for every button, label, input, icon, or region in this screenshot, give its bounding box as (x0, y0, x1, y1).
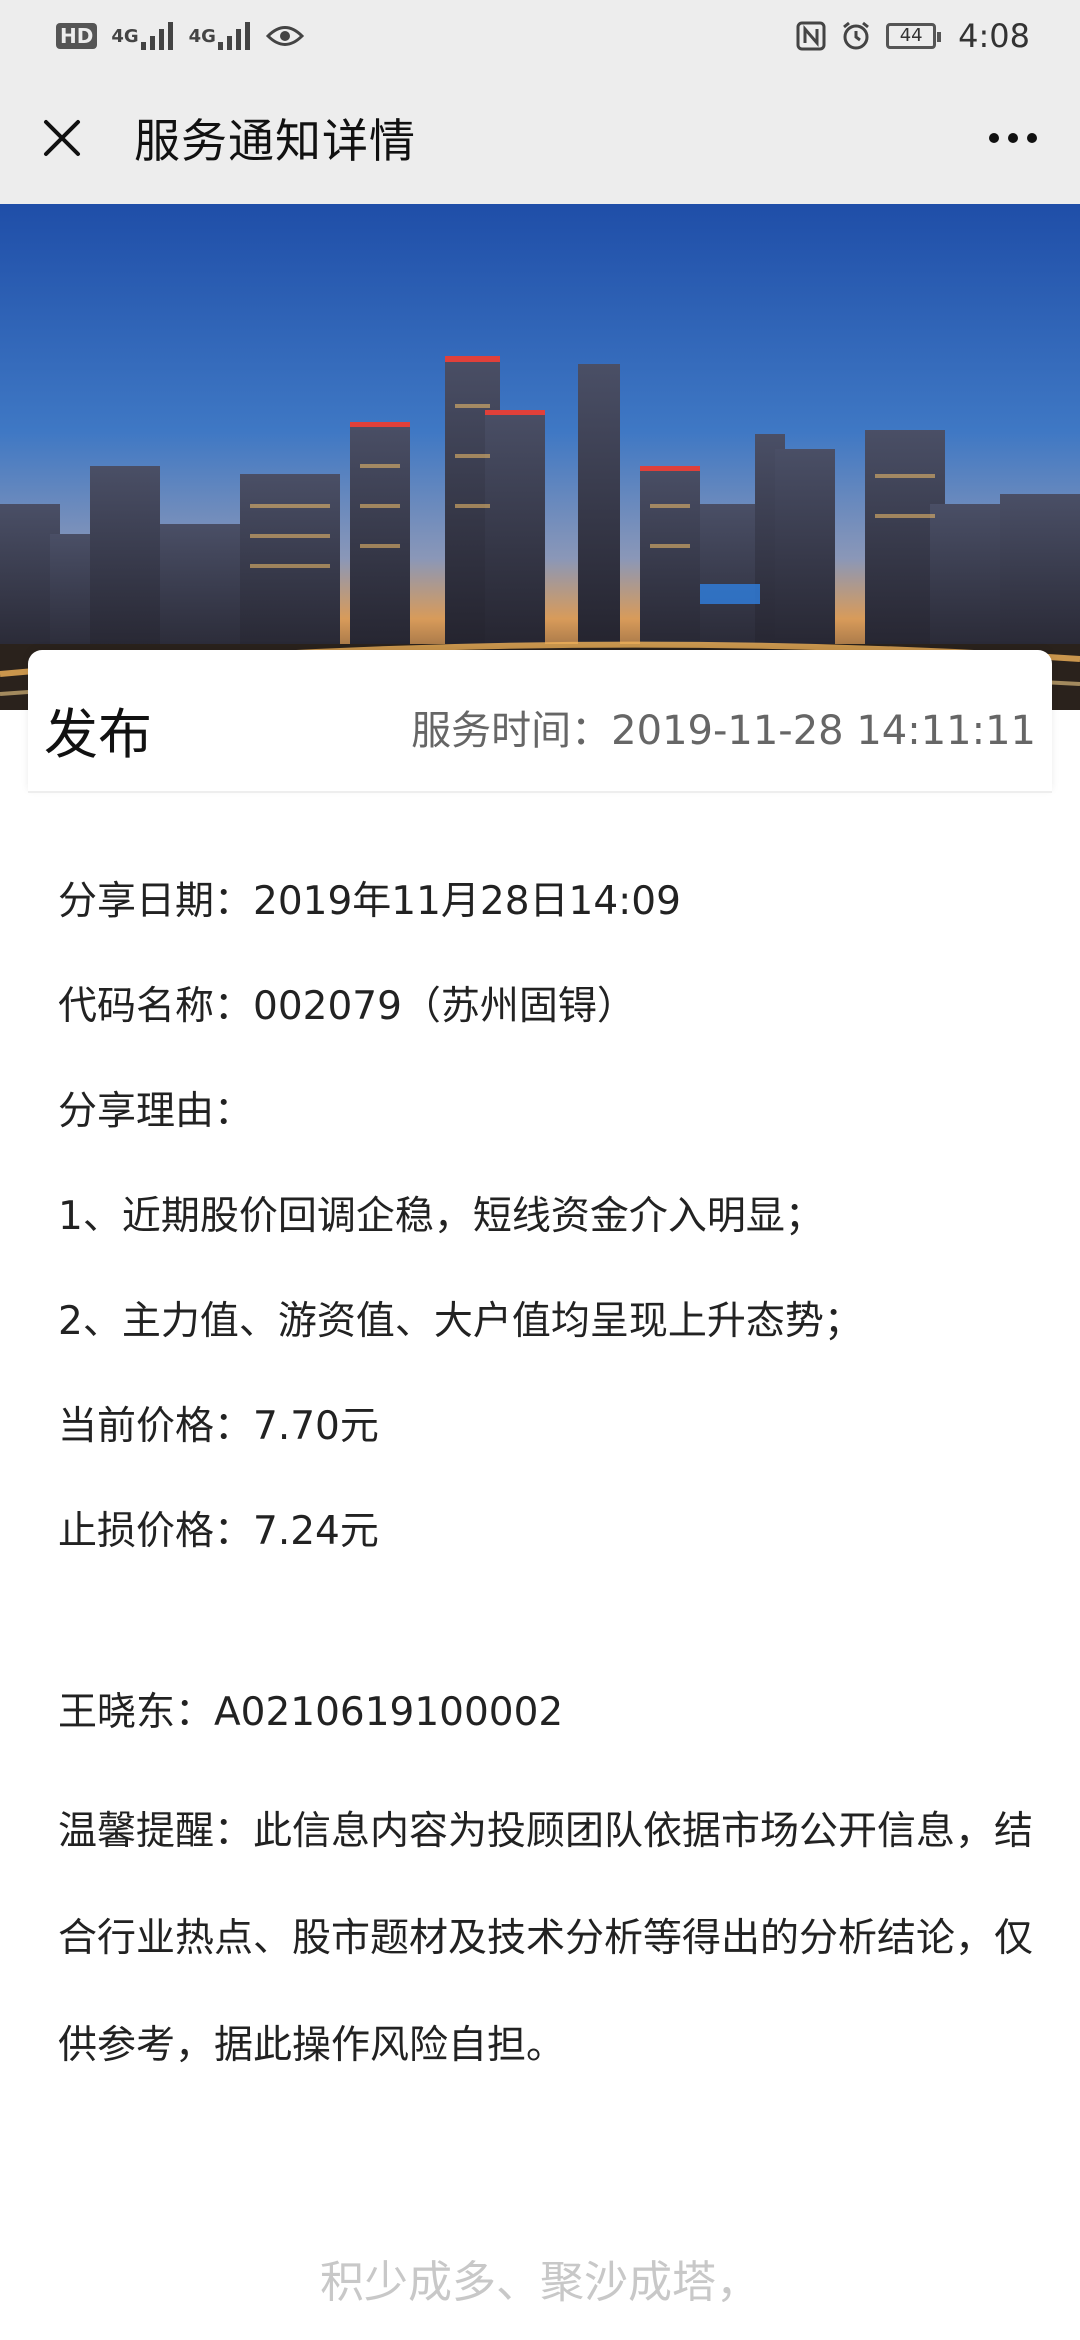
status-right: 44 4:08 (796, 17, 1030, 55)
battery-icon: 44 (886, 23, 942, 49)
alarm-icon (840, 20, 872, 52)
signal-1-icon: 4G (111, 22, 174, 50)
share-date: 分享日期：2019年11月28日14:09 (58, 879, 681, 924)
page-title: 服务通知详情 (134, 114, 416, 168)
risk-reminder: 温馨提醒：此信息内容为投顾团队依据市场公开信息，结合行业热点、股市题材及技术分析… (58, 1809, 1034, 2068)
network-type-2: 4G (188, 25, 216, 47)
service-time: 服务时间：2019-11-28 14:11:11 (411, 708, 1036, 754)
more-button[interactable] (978, 108, 1048, 168)
signal-2-icon: 4G (189, 22, 252, 50)
stop-loss-price: 止损价格：7.24元 (58, 1509, 379, 1554)
banner-image (0, 204, 1080, 710)
divider (28, 791, 1052, 793)
city-skyline-image (0, 204, 1080, 710)
close-button[interactable] (32, 108, 92, 168)
nfc-icon (796, 21, 826, 51)
share-reason-1: 1、近期股价回调企稳，短线资金介入明显； (58, 1194, 824, 1239)
share-reason-label: 分享理由： (58, 1089, 254, 1134)
hd-badge: HD (56, 23, 98, 49)
network-type-1: 4G (111, 25, 139, 47)
navigation-bar: 服务通知详情 (0, 72, 1080, 204)
clock-time: 4:08 (958, 17, 1030, 55)
card-title: 发布 (44, 703, 152, 766)
stock-code-name: 代码名称：002079（苏州固锝） (58, 984, 636, 1029)
status-left: HD 4G 4G (56, 22, 304, 50)
notice-content: 分享日期：2019年11月28日14:09 代码名称：002079（苏州固锝） … (58, 862, 1038, 2099)
eye-icon (265, 23, 304, 49)
current-price: 当前价格：7.70元 (58, 1404, 379, 1449)
notice-card-header: 发布 服务时间：2019-11-28 14:11:11 (28, 650, 1052, 792)
more-dots-icon (989, 133, 1037, 143)
close-icon (44, 120, 80, 156)
advisor-id: 王晓东：A0210619100002 (58, 1690, 564, 1735)
footer-slogan: 积少成多、聚沙成塔， (320, 2257, 760, 2308)
status-bar: HD 4G 4G 44 4:08 (0, 0, 1080, 72)
share-reason-2: 2、主力值、游资值、大户值均呈现上升态势； (58, 1299, 863, 1344)
